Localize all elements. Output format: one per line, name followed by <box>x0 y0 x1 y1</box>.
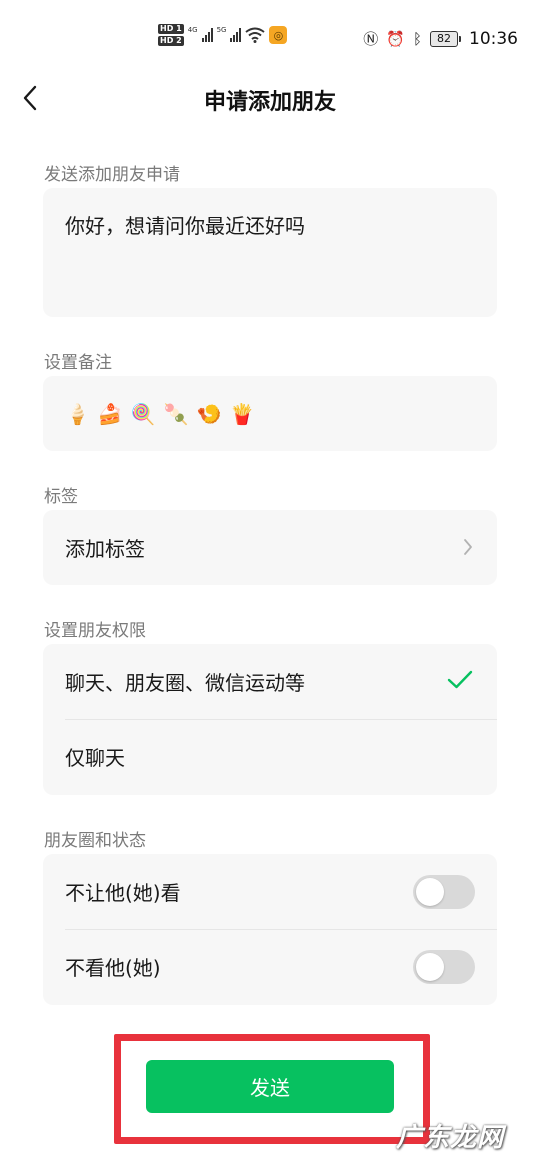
battery-level: 82 <box>430 30 458 47</box>
permissions-card: 聊天、朋友圈、微信运动等 仅聊天 <box>43 644 497 795</box>
dont-let-see-label: 不让他(她)看 <box>65 881 181 905</box>
dont-see-row: 不看他(她) <box>43 929 497 1004</box>
status-bar: HD 1 HD 2 4G 5G ◎ Ⓝ ⏰ ᛒ 82 10:36 <box>0 0 540 80</box>
signal-bars-icon <box>230 28 242 42</box>
alarm-icon: ⏰ <box>386 29 405 48</box>
network-5g-label: 5G <box>216 26 227 34</box>
status-right: Ⓝ ⏰ ᛒ 82 10:36 <box>363 28 518 49</box>
network-4g-label: 4G <box>187 26 198 34</box>
remark-section-label: 设置备注 <box>44 353 112 373</box>
tags-section-label: 标签 <box>44 487 78 507</box>
toggle-knob <box>416 878 444 906</box>
moments-card: 不让他(她)看 不看他(她) <box>43 854 497 1005</box>
remark-emoji: 🍡 <box>163 401 189 426</box>
bluetooth-icon: ᛒ <box>412 29 422 48</box>
status-left: HD 1 HD 2 4G 5G ◎ <box>158 24 288 46</box>
request-message-card <box>43 188 497 317</box>
request-message-input[interactable] <box>43 188 497 317</box>
app-notification-icon: ◎ <box>269 26 288 44</box>
tags-card: 添加标签 <box>43 510 497 585</box>
toggle-knob <box>416 953 444 981</box>
permission-option-chat-only[interactable]: 仅聊天 <box>43 719 497 794</box>
permission-option-label: 聊天、朋友圈、微信运动等 <box>65 671 305 695</box>
nav-bar: 申请添加朋友 <box>0 72 540 124</box>
dont-see-toggle[interactable] <box>413 950 475 984</box>
remark-emoji: 🍟 <box>229 401 255 426</box>
chevron-right-icon <box>464 539 472 555</box>
add-tag-row[interactable]: 添加标签 <box>43 510 497 585</box>
watermark: 广东龙网 <box>395 1123 504 1153</box>
hd-indicators: HD 1 HD 2 <box>158 24 184 46</box>
send-button[interactable]: 发送 <box>146 1060 394 1113</box>
signal-bars-icon <box>201 28 213 42</box>
battery-icon: 82 <box>430 30 461 47</box>
wifi-icon <box>245 27 266 43</box>
dont-let-see-toggle[interactable] <box>413 875 475 909</box>
hd1-badge: HD 1 <box>158 24 184 34</box>
remark-emoji: 🍤 <box>196 401 222 426</box>
permission-option-all[interactable]: 聊天、朋友圈、微信运动等 <box>43 644 497 719</box>
remark-emoji: 🍦 <box>65 401 90 426</box>
remark-card[interactable]: 🍦 🍰 🍭 🍡 🍤 🍟 <box>43 376 497 451</box>
page-title: 申请添加朋友 <box>203 90 336 115</box>
nfc-icon: Ⓝ <box>363 30 379 48</box>
moments-section-label: 朋友圈和状态 <box>44 831 146 851</box>
dont-see-label: 不看他(她) <box>65 956 161 980</box>
add-tag-label: 添加标签 <box>65 537 145 561</box>
remark-emoji: 🍭 <box>130 401 156 426</box>
clock: 10:36 <box>469 28 518 49</box>
remark-input[interactable]: 🍦 🍰 🍭 🍡 🍤 🍟 <box>43 376 497 451</box>
request-section-label: 发送添加朋友申请 <box>44 165 180 185</box>
hd2-badge: HD 2 <box>158 36 184 46</box>
permissions-section-label: 设置朋友权限 <box>44 621 146 641</box>
check-icon <box>447 670 473 689</box>
permission-option-label: 仅聊天 <box>65 746 125 770</box>
remark-emoji: 🍰 <box>97 401 123 426</box>
dont-let-see-row: 不让他(她)看 <box>43 854 497 929</box>
